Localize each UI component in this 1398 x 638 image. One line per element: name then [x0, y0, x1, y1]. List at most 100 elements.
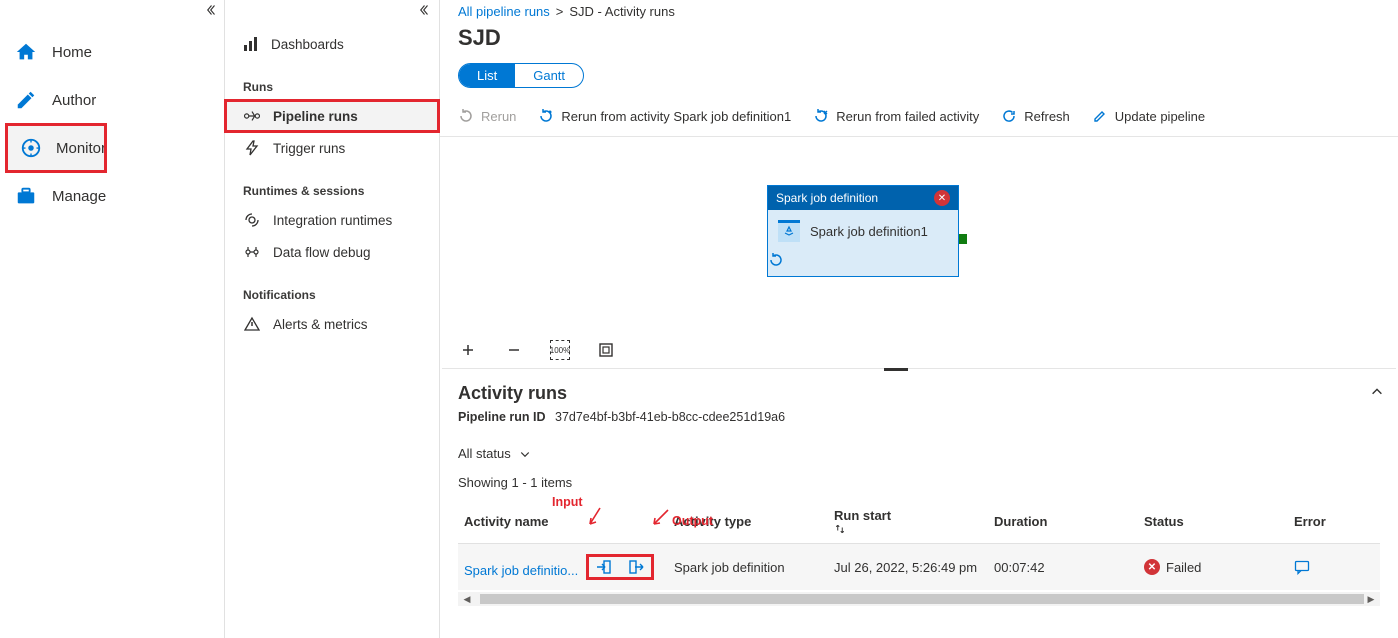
zoom-out-icon[interactable]: [504, 340, 524, 360]
cmd-rerun: Rerun: [458, 108, 516, 124]
collapse-secondary-nav-icon[interactable]: [417, 4, 429, 16]
breadcrumb-separator-icon: >: [556, 4, 564, 19]
cmd-update-pipeline[interactable]: Update pipeline: [1092, 108, 1205, 124]
horizontal-scrollbar[interactable]: ◀ ▶: [458, 592, 1380, 606]
spark-icon: [778, 220, 800, 242]
col-duration[interactable]: Duration: [988, 500, 1138, 544]
pipeline-run-id: Pipeline run ID 37d7e4bf-b3bf-41eb-b8cc-…: [458, 410, 1380, 424]
subnav-notif-header: Notifications: [225, 282, 439, 308]
input-button[interactable]: [593, 557, 615, 577]
annotation-arrow-icon: [650, 506, 672, 528]
subnav-alerts-label: Alerts & metrics: [273, 317, 368, 332]
nav-manage-label: Manage: [52, 188, 106, 205]
activity-runs-section: Activity runs Pipeline run ID 37d7e4bf-b…: [440, 369, 1398, 590]
nav-home[interactable]: Home: [0, 28, 224, 76]
pipeline-canvas[interactable]: Spark job definition ✕ Spark job definit…: [442, 137, 1396, 369]
nav-monitor-label: Monitor: [56, 140, 106, 157]
cmd-rerun-failed-label: Rerun from failed activity: [836, 109, 979, 124]
zoom-fit-icon[interactable]: [596, 340, 616, 360]
breadcrumb: All pipeline runs > SJD - Activity runs: [440, 0, 1398, 25]
nav-author[interactable]: Author: [0, 76, 224, 124]
subnav-dashboards[interactable]: Dashboards: [225, 28, 439, 60]
alert-icon: [243, 315, 261, 333]
col-error[interactable]: Error: [1288, 500, 1380, 544]
rerun-from-icon: [538, 108, 554, 124]
subnav-trigger-runs-label: Trigger runs: [273, 141, 345, 156]
cmd-refresh[interactable]: Refresh: [1001, 108, 1070, 124]
subnav-dataflow-debug[interactable]: Data flow debug: [225, 236, 439, 268]
activity-card-status-icon[interactable]: ✕: [934, 190, 950, 206]
edit-icon: [1092, 108, 1108, 124]
pipeline-run-id-value: 37d7e4bf-b3bf-41eb-b8cc-cdee251d19a6: [555, 410, 785, 424]
toolbox-icon: [14, 184, 38, 208]
col-activity-name[interactable]: Activity name: [458, 500, 668, 544]
secondary-nav: Dashboards Runs Pipeline runs Trigger ru…: [225, 0, 440, 638]
subnav-pipeline-runs[interactable]: Pipeline runs: [225, 100, 439, 132]
subnav-dashboards-label: Dashboards: [271, 37, 344, 52]
subnav-alerts[interactable]: Alerts & metrics: [225, 308, 439, 340]
activity-runs-heading: Activity runs: [458, 383, 1380, 404]
col-status[interactable]: Status: [1138, 500, 1288, 544]
view-list-tab[interactable]: List: [459, 64, 515, 87]
view-toggle: List Gantt: [458, 63, 584, 88]
error-message-icon[interactable]: [1294, 559, 1310, 575]
nav-monitor[interactable]: Monitor: [6, 124, 106, 172]
nav-author-label: Author: [52, 92, 96, 109]
status-filter[interactable]: All status: [458, 446, 511, 461]
annotation-arrow-icon: [586, 506, 604, 528]
activity-card-type: Spark job definition: [776, 191, 878, 205]
subnav-rt-header: Runtimes & sessions: [225, 178, 439, 204]
subnav-runs-header: Runs: [225, 74, 439, 100]
rerun-icon: [458, 108, 474, 124]
rerun-failed-icon: [813, 108, 829, 124]
breadcrumb-current: SJD - Activity runs: [569, 4, 674, 19]
cmd-refresh-label: Refresh: [1024, 109, 1070, 124]
subnav-trigger-runs[interactable]: Trigger runs: [225, 132, 439, 164]
cell-duration: 00:07:42: [988, 544, 1138, 591]
bolt-icon: [243, 139, 261, 157]
chevron-down-icon[interactable]: [519, 448, 531, 460]
collapse-primary-nav-icon[interactable]: [204, 4, 216, 16]
cmd-rerun-label: Rerun: [481, 109, 516, 124]
subnav-integration-runtimes[interactable]: Integration runtimes: [225, 204, 439, 236]
activity-card-name: Spark job definition1: [810, 224, 928, 239]
nav-manage[interactable]: Manage: [0, 172, 224, 220]
cell-run-start: Jul 26, 2022, 5:26:49 pm: [828, 544, 988, 591]
main-content: All pipeline runs > SJD - Activity runs …: [440, 0, 1398, 638]
table-row[interactable]: Spark job definitio... Spark job defini: [458, 544, 1380, 591]
scroll-right-icon[interactable]: ▶: [1364, 592, 1378, 606]
primary-nav: Home Author Monitor Manage: [0, 0, 225, 638]
scroll-left-icon[interactable]: ◀: [460, 592, 474, 606]
col-activity-type[interactable]: Activity type: [668, 500, 828, 544]
activity-card[interactable]: Spark job definition ✕ Spark job definit…: [767, 185, 959, 277]
activity-card-rerun-icon[interactable]: [768, 248, 958, 276]
failed-status-icon: ✕: [1144, 559, 1160, 575]
breadcrumb-root[interactable]: All pipeline runs: [458, 4, 550, 19]
activity-connector[interactable]: [959, 234, 967, 244]
cell-activity-name[interactable]: Spark job definitio...: [464, 563, 578, 578]
collapse-activity-runs-icon[interactable]: [1370, 385, 1384, 399]
col-run-start[interactable]: Run start: [828, 500, 988, 544]
runtime-icon: [243, 211, 261, 229]
subnav-integration-runtimes-label: Integration runtimes: [273, 213, 392, 228]
cmd-rerun-failed[interactable]: Rerun from failed activity: [813, 108, 979, 124]
cmd-rerun-from[interactable]: Rerun from activity Spark job definition…: [538, 108, 791, 124]
pipeline-run-id-label: Pipeline run ID: [458, 410, 546, 424]
nav-home-label: Home: [52, 44, 92, 61]
subnav-dataflow-debug-label: Data flow debug: [273, 245, 371, 260]
output-button[interactable]: [625, 557, 647, 577]
cell-status: ✕ Failed: [1138, 544, 1288, 591]
view-gantt-tab[interactable]: Gantt: [515, 64, 583, 87]
pipeline-icon: [243, 107, 261, 125]
cell-error[interactable]: [1288, 544, 1380, 591]
cell-activity-type: Spark job definition: [668, 544, 828, 591]
dashboard-icon: [243, 36, 259, 52]
cmd-update-pipeline-label: Update pipeline: [1115, 109, 1205, 124]
canvas-toolbar: 100%: [458, 340, 616, 360]
debug-icon: [243, 243, 261, 261]
zoom-in-icon[interactable]: [458, 340, 478, 360]
sort-icon[interactable]: [834, 523, 982, 535]
scrollbar-thumb[interactable]: [480, 594, 1364, 604]
showing-count: Showing 1 - 1 items: [458, 475, 1380, 490]
zoom-100-icon[interactable]: 100%: [550, 340, 570, 360]
